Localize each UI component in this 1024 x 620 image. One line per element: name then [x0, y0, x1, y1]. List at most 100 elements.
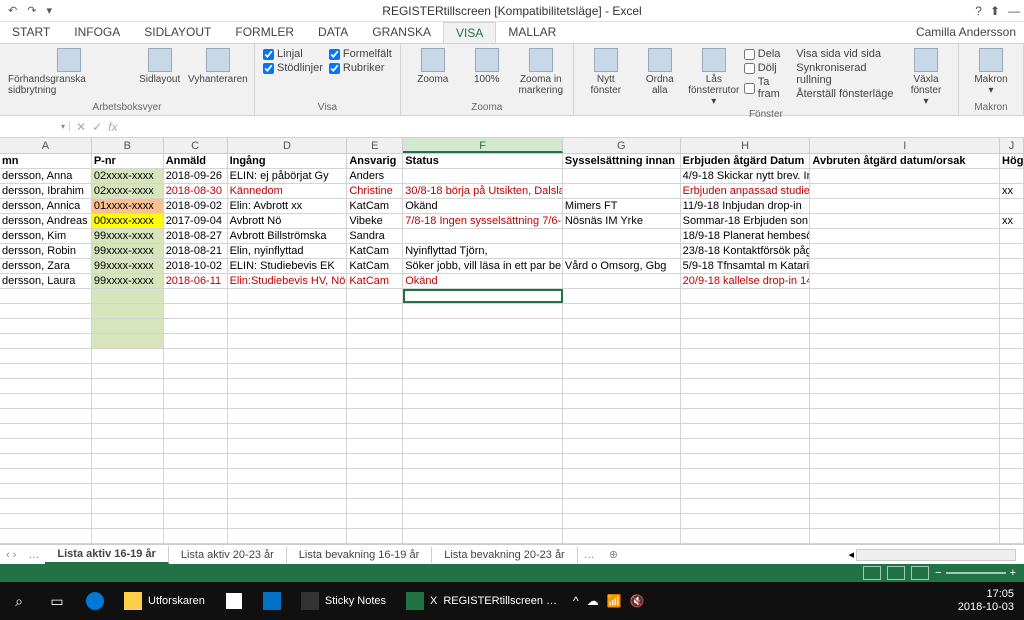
cell[interactable]: [347, 424, 403, 438]
cell[interactable]: KatCam: [347, 244, 403, 258]
cell[interactable]: [563, 469, 681, 483]
cell[interactable]: [810, 364, 1000, 378]
sheet-2[interactable]: Lista aktiv 20-23 år: [169, 547, 287, 563]
cell[interactable]: [228, 394, 348, 408]
col-A[interactable]: A: [0, 138, 92, 153]
col-C[interactable]: C: [164, 138, 228, 153]
cell[interactable]: dersson, Andreas: [0, 214, 92, 228]
cell[interactable]: [228, 349, 348, 363]
cell[interactable]: Okänd: [403, 199, 563, 213]
cell[interactable]: [403, 484, 563, 498]
header-cell[interactable]: P-nr: [92, 154, 164, 168]
cell[interactable]: 11/9-18 Inbjudan drop-in: [681, 199, 811, 213]
cell[interactable]: 02xxxx-xxxx: [92, 169, 164, 183]
cell[interactable]: [810, 454, 1000, 468]
cell[interactable]: [347, 334, 403, 348]
cell[interactable]: [563, 424, 681, 438]
cell[interactable]: 2018-09-02: [164, 199, 228, 213]
cell[interactable]: 99xxxx-xxxx: [92, 274, 164, 288]
clock[interactable]: 17:05 2018-10-03: [948, 586, 1024, 616]
cell[interactable]: [0, 529, 92, 543]
search-icon[interactable]: ⌕: [0, 582, 38, 620]
cell[interactable]: [681, 469, 811, 483]
header-cell[interactable]: Status: [403, 154, 563, 168]
cell[interactable]: [347, 304, 403, 318]
cell[interactable]: Erbjuden anpassad studiegång Nösnäs: [681, 184, 811, 198]
chk-gridlines[interactable]: Stödlinjer: [263, 62, 323, 74]
cell[interactable]: [403, 364, 563, 378]
cell[interactable]: [347, 469, 403, 483]
grid[interactable]: mnP-nrAnmäldIngångAnsvarigStatusSysselsä…: [0, 154, 1024, 559]
cell[interactable]: KatCam: [347, 259, 403, 273]
cell[interactable]: 01xxxx-xxxx: [92, 199, 164, 213]
sheet-4[interactable]: Lista bevakning 20-23 år: [432, 547, 577, 563]
zoom-100-button[interactable]: 100%: [463, 48, 511, 85]
cell[interactable]: [0, 304, 92, 318]
outlook-icon[interactable]: [253, 582, 291, 620]
help-icon[interactable]: ?: [975, 4, 982, 18]
tab-formler[interactable]: FORMLER: [223, 22, 306, 43]
tab-data[interactable]: DATA: [306, 22, 360, 43]
cell[interactable]: [164, 409, 228, 423]
cell[interactable]: [347, 484, 403, 498]
cell[interactable]: [1000, 304, 1024, 318]
cell[interactable]: dersson, Zara: [0, 259, 92, 273]
cell[interactable]: [92, 334, 164, 348]
cell[interactable]: [1000, 334, 1024, 348]
ribbon-opts-icon[interactable]: ⬆: [990, 4, 1000, 18]
cell[interactable]: [0, 319, 92, 333]
cell[interactable]: dersson, Annica: [0, 199, 92, 213]
cell[interactable]: [92, 499, 164, 513]
cell[interactable]: dersson, Kim: [0, 229, 92, 243]
cell[interactable]: [92, 349, 164, 363]
cell[interactable]: [681, 529, 811, 543]
cell[interactable]: [810, 244, 1000, 258]
cell[interactable]: [164, 319, 228, 333]
cell[interactable]: [1000, 409, 1024, 423]
cell[interactable]: [228, 319, 348, 333]
cell[interactable]: 2018-08-30: [164, 184, 228, 198]
cell[interactable]: [403, 424, 563, 438]
cell[interactable]: dersson, Anna: [0, 169, 92, 183]
cell[interactable]: Sommar-18 Erbjuden son avbryter.: [681, 214, 811, 228]
sheet-3[interactable]: Lista bevakning 16-19 år: [287, 547, 432, 563]
cell[interactable]: [92, 319, 164, 333]
cell[interactable]: [228, 484, 348, 498]
cell[interactable]: [810, 184, 1000, 198]
cell[interactable]: xx: [1000, 184, 1024, 198]
cell[interactable]: [563, 334, 681, 348]
sheet-1[interactable]: Lista aktiv 16-19 år: [45, 546, 168, 564]
cell[interactable]: [228, 334, 348, 348]
view-normal-icon[interactable]: [863, 566, 881, 580]
cell[interactable]: [403, 394, 563, 408]
cell[interactable]: [0, 364, 92, 378]
cell[interactable]: [164, 499, 228, 513]
cell[interactable]: [347, 499, 403, 513]
cell[interactable]: [164, 379, 228, 393]
macros-button[interactable]: Makron▾: [967, 48, 1015, 96]
cell[interactable]: [0, 334, 92, 348]
cell[interactable]: 20/9-18 kallelse drop-in 14/8-18 Kontakf…: [681, 274, 811, 288]
header-cell[interactable]: Hög: [1000, 154, 1024, 168]
col-F[interactable]: F: [403, 138, 563, 153]
cell[interactable]: [403, 319, 563, 333]
cell[interactable]: 2017-09-04: [164, 214, 228, 228]
cell[interactable]: [403, 439, 563, 453]
cell[interactable]: [810, 394, 1000, 408]
sheet-more[interactable]: …: [22, 549, 45, 561]
cell[interactable]: [1000, 439, 1024, 453]
col-J[interactable]: J: [1000, 138, 1024, 153]
cell[interactable]: Avbrott Nö: [228, 214, 348, 228]
btn-sync-scroll[interactable]: Synkroniserad rullning: [796, 62, 896, 86]
cell[interactable]: 2018-08-27: [164, 229, 228, 243]
cell[interactable]: [810, 379, 1000, 393]
header-cell[interactable]: Sysselsättning innan: [563, 154, 681, 168]
tray-sound-icon[interactable]: 🔇: [630, 594, 645, 608]
cell[interactable]: Nyinflyttad Tjörn,: [403, 244, 563, 258]
cell[interactable]: [403, 409, 563, 423]
cell[interactable]: [228, 514, 348, 528]
cell[interactable]: [0, 469, 92, 483]
cell[interactable]: [92, 439, 164, 453]
taskbar-explorer[interactable]: Utforskaren: [114, 582, 215, 620]
cell[interactable]: Christine: [347, 184, 403, 198]
